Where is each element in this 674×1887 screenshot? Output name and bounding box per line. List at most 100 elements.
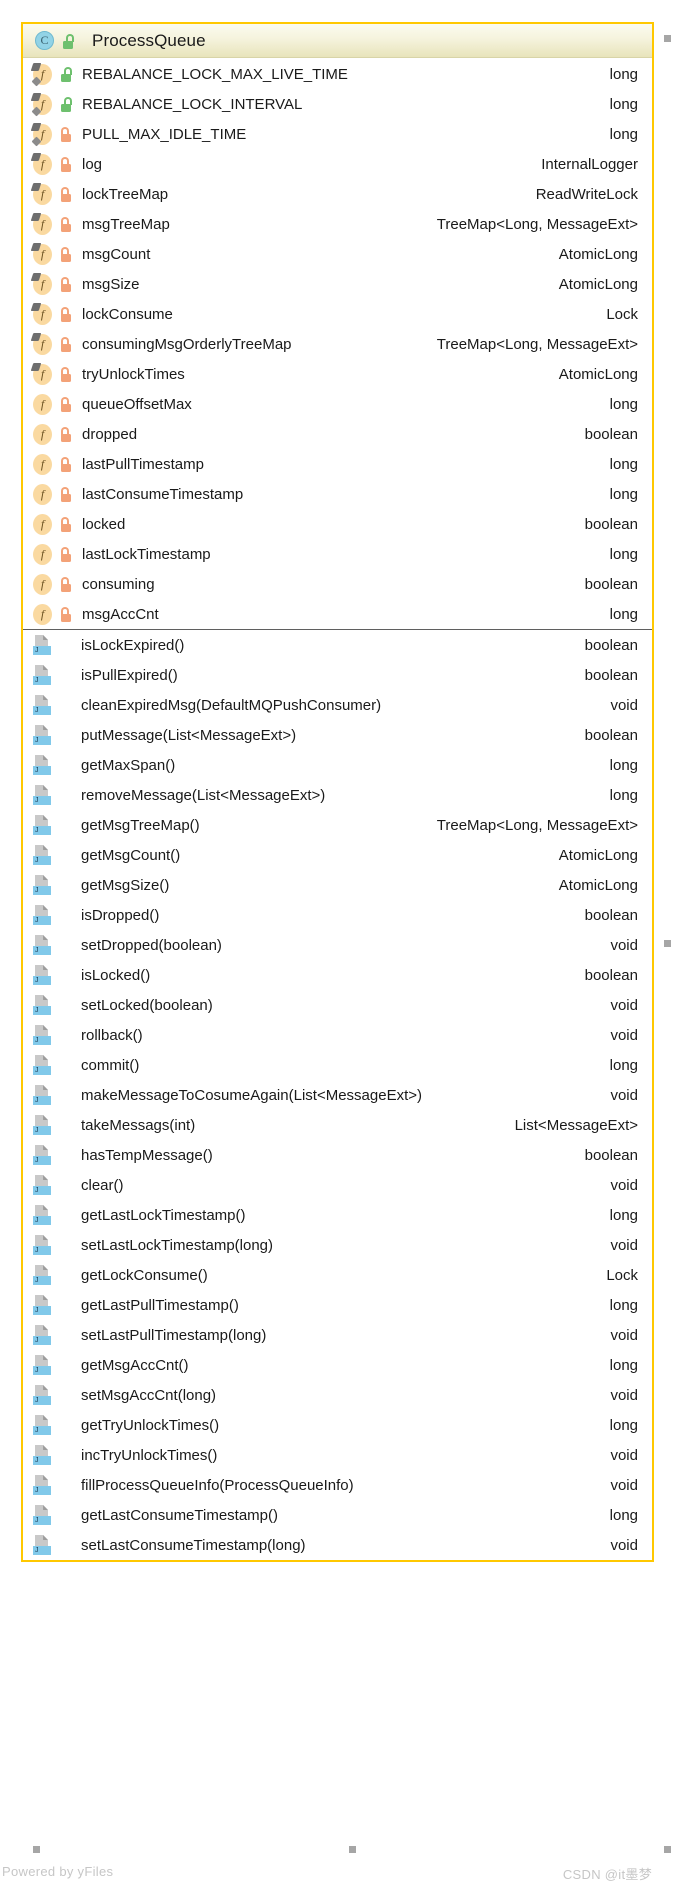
field-row[interactable]: f REBALANCE_LOCK_INTERVAL long xyxy=(23,89,652,119)
field-static-final-icon: f xyxy=(33,93,52,115)
field-row[interactable]: f msgSize AtomicLong xyxy=(23,269,652,299)
method-row[interactable]: JsetMsgAccCnt(long) void xyxy=(23,1380,652,1410)
method-icon: J xyxy=(33,755,51,775)
field-icon: f xyxy=(33,423,52,445)
private-locked-padlock-icon xyxy=(59,546,73,562)
method-row[interactable]: JisLockExpired() boolean xyxy=(23,630,652,660)
method-return-type-label: long xyxy=(609,1506,638,1524)
field-row[interactable]: f lastConsumeTimestamp long xyxy=(23,479,652,509)
method-icon: J xyxy=(33,785,51,805)
method-row[interactable]: Jclear() void xyxy=(23,1170,652,1200)
method-row[interactable]: JgetLastLockTimestamp() long xyxy=(23,1200,652,1230)
field-row[interactable]: f lastPullTimestamp long xyxy=(23,449,652,479)
field-name-label: lastLockTimestamp xyxy=(82,545,211,563)
field-final-icon: f xyxy=(33,333,52,355)
field-row[interactable]: f PULL_MAX_IDLE_TIME long xyxy=(23,119,652,149)
field-row[interactable]: f msgAccCnt long xyxy=(23,599,652,629)
selection-handle-top-right[interactable] xyxy=(664,35,671,42)
method-row[interactable]: JremoveMessage(List<MessageExt>) long xyxy=(23,780,652,810)
selection-handle-bottom-left[interactable] xyxy=(33,1846,40,1853)
method-row[interactable]: JmakeMessageToCosumeAgain(List<MessageEx… xyxy=(23,1080,652,1110)
selection-handle-middle-right[interactable] xyxy=(664,940,671,947)
method-return-type-label: void xyxy=(610,996,638,1014)
field-type-label: boolean xyxy=(584,425,638,443)
private-locked-padlock-icon xyxy=(59,396,73,412)
field-row[interactable]: f REBALANCE_LOCK_MAX_LIVE_TIME long xyxy=(23,59,652,89)
field-type-label: boolean xyxy=(584,515,638,533)
method-row[interactable]: JcleanExpiredMsg(DefaultMQPushConsumer) v… xyxy=(23,690,652,720)
field-row[interactable]: f locked boolean xyxy=(23,509,652,539)
method-signature-label: setMsgAccCnt(long) xyxy=(81,1386,217,1404)
private-locked-padlock-icon xyxy=(59,216,73,232)
method-icon: J xyxy=(33,725,51,745)
method-row[interactable]: JgetLastConsumeTimestamp() long xyxy=(23,1500,652,1530)
method-row[interactable]: JfillProcessQueueInfo(ProcessQueueInfo) v… xyxy=(23,1470,652,1500)
field-row[interactable]: f consumingMsgOrderlyTreeMap TreeMap<Long,… xyxy=(23,329,652,359)
field-name-label: msgCount xyxy=(82,245,151,263)
field-row[interactable]: f consuming boolean xyxy=(23,569,652,599)
method-row[interactable]: JgetMsgAccCnt() long xyxy=(23,1350,652,1380)
private-locked-padlock-icon xyxy=(59,576,73,592)
method-row[interactable]: JsetLocked(boolean) void xyxy=(23,990,652,1020)
method-return-type-label: boolean xyxy=(584,1146,638,1164)
field-row[interactable]: f log InternalLogger xyxy=(23,149,652,179)
field-type-label: long xyxy=(609,65,638,83)
method-row[interactable]: JisPullExpired() boolean xyxy=(23,660,652,690)
method-row[interactable]: JsetDropped(boolean) void xyxy=(23,930,652,960)
field-row[interactable]: f msgCount AtomicLong xyxy=(23,239,652,269)
method-row[interactable]: JputMessage(List<MessageExt>) boolean xyxy=(23,720,652,750)
uml-class-node[interactable]: C ProcessQueue f REBALANCE_LOCK_MAX_LIVE_… xyxy=(21,22,654,1562)
method-return-type-label: long xyxy=(609,756,638,774)
method-row[interactable]: JgetLockConsume() Lock xyxy=(23,1260,652,1290)
method-return-type-label: boolean xyxy=(584,726,638,744)
method-row[interactable]: JsetLastPullTimestamp(long) void xyxy=(23,1320,652,1350)
selection-handle-bottom-center[interactable] xyxy=(349,1846,356,1853)
field-row[interactable]: f lockTreeMap ReadWriteLock xyxy=(23,179,652,209)
field-type-label: AtomicLong xyxy=(558,245,638,263)
method-row[interactable]: JgetLastPullTimestamp() long xyxy=(23,1290,652,1320)
field-icon: f xyxy=(33,543,52,565)
method-signature-label: getMaxSpan() xyxy=(81,756,176,774)
method-row[interactable]: JgetMsgTreeMap() TreeMap<Long, MessageExt… xyxy=(23,810,652,840)
method-row[interactable]: JsetLastLockTimestamp(long) void xyxy=(23,1230,652,1260)
field-type-label: TreeMap<Long, MessageExt> xyxy=(436,215,638,233)
method-row[interactable]: JgetMsgSize() AtomicLong xyxy=(23,870,652,900)
method-row[interactable]: JincTryUnlockTimes() void xyxy=(23,1440,652,1470)
field-name-label: lockTreeMap xyxy=(82,185,169,203)
field-name-label: dropped xyxy=(82,425,138,443)
method-return-type-label: void xyxy=(610,1236,638,1254)
uml-class-header[interactable]: C ProcessQueue xyxy=(23,24,652,58)
field-row[interactable]: f tryUnlockTimes AtomicLong xyxy=(23,359,652,389)
method-signature-label: isLocked() xyxy=(81,966,151,984)
method-row[interactable]: JtakeMessags(int) List<MessageExt> xyxy=(23,1110,652,1140)
method-row[interactable]: JhasTempMessage() boolean xyxy=(23,1140,652,1170)
method-row[interactable]: JgetMsgCount() AtomicLong xyxy=(23,840,652,870)
public-unlocked-padlock-icon xyxy=(59,96,73,112)
method-row[interactable]: JsetLastConsumeTimestamp(long) void xyxy=(23,1530,652,1560)
method-signature-label: setDropped(boolean) xyxy=(81,936,222,954)
method-row[interactable]: JisLocked() boolean xyxy=(23,960,652,990)
private-locked-padlock-icon xyxy=(59,156,73,172)
field-static-final-icon: f xyxy=(33,123,52,145)
field-row[interactable]: f lastLockTimestamp long xyxy=(23,539,652,569)
method-row[interactable]: JgetTryUnlockTimes() long xyxy=(23,1410,652,1440)
method-return-type-label: void xyxy=(610,1446,638,1464)
method-row[interactable]: JisDropped() boolean xyxy=(23,900,652,930)
method-row[interactable]: JgetMaxSpan() long xyxy=(23,750,652,780)
field-row[interactable]: f dropped boolean xyxy=(23,419,652,449)
method-icon: J xyxy=(33,845,51,865)
method-return-type-label: boolean xyxy=(584,666,638,684)
method-row[interactable]: Jrollback() void xyxy=(23,1020,652,1050)
method-return-type-label: long xyxy=(609,1206,638,1224)
method-row[interactable]: Jcommit() long xyxy=(23,1050,652,1080)
field-row[interactable]: f msgTreeMap TreeMap<Long, MessageExt> xyxy=(23,209,652,239)
field-row[interactable]: f lockConsume Lock xyxy=(23,299,652,329)
field-row[interactable]: f queueOffsetMax long xyxy=(23,389,652,419)
method-signature-label: getTryUnlockTimes() xyxy=(81,1416,220,1434)
class-name-label: ProcessQueue xyxy=(92,30,206,50)
selection-handle-bottom-right[interactable] xyxy=(664,1846,671,1853)
method-signature-label: setLastLockTimestamp(long) xyxy=(81,1236,274,1254)
field-name-label: msgSize xyxy=(82,275,140,293)
field-final-icon: f xyxy=(33,213,52,235)
field-name-label: msgAccCnt xyxy=(82,605,159,623)
